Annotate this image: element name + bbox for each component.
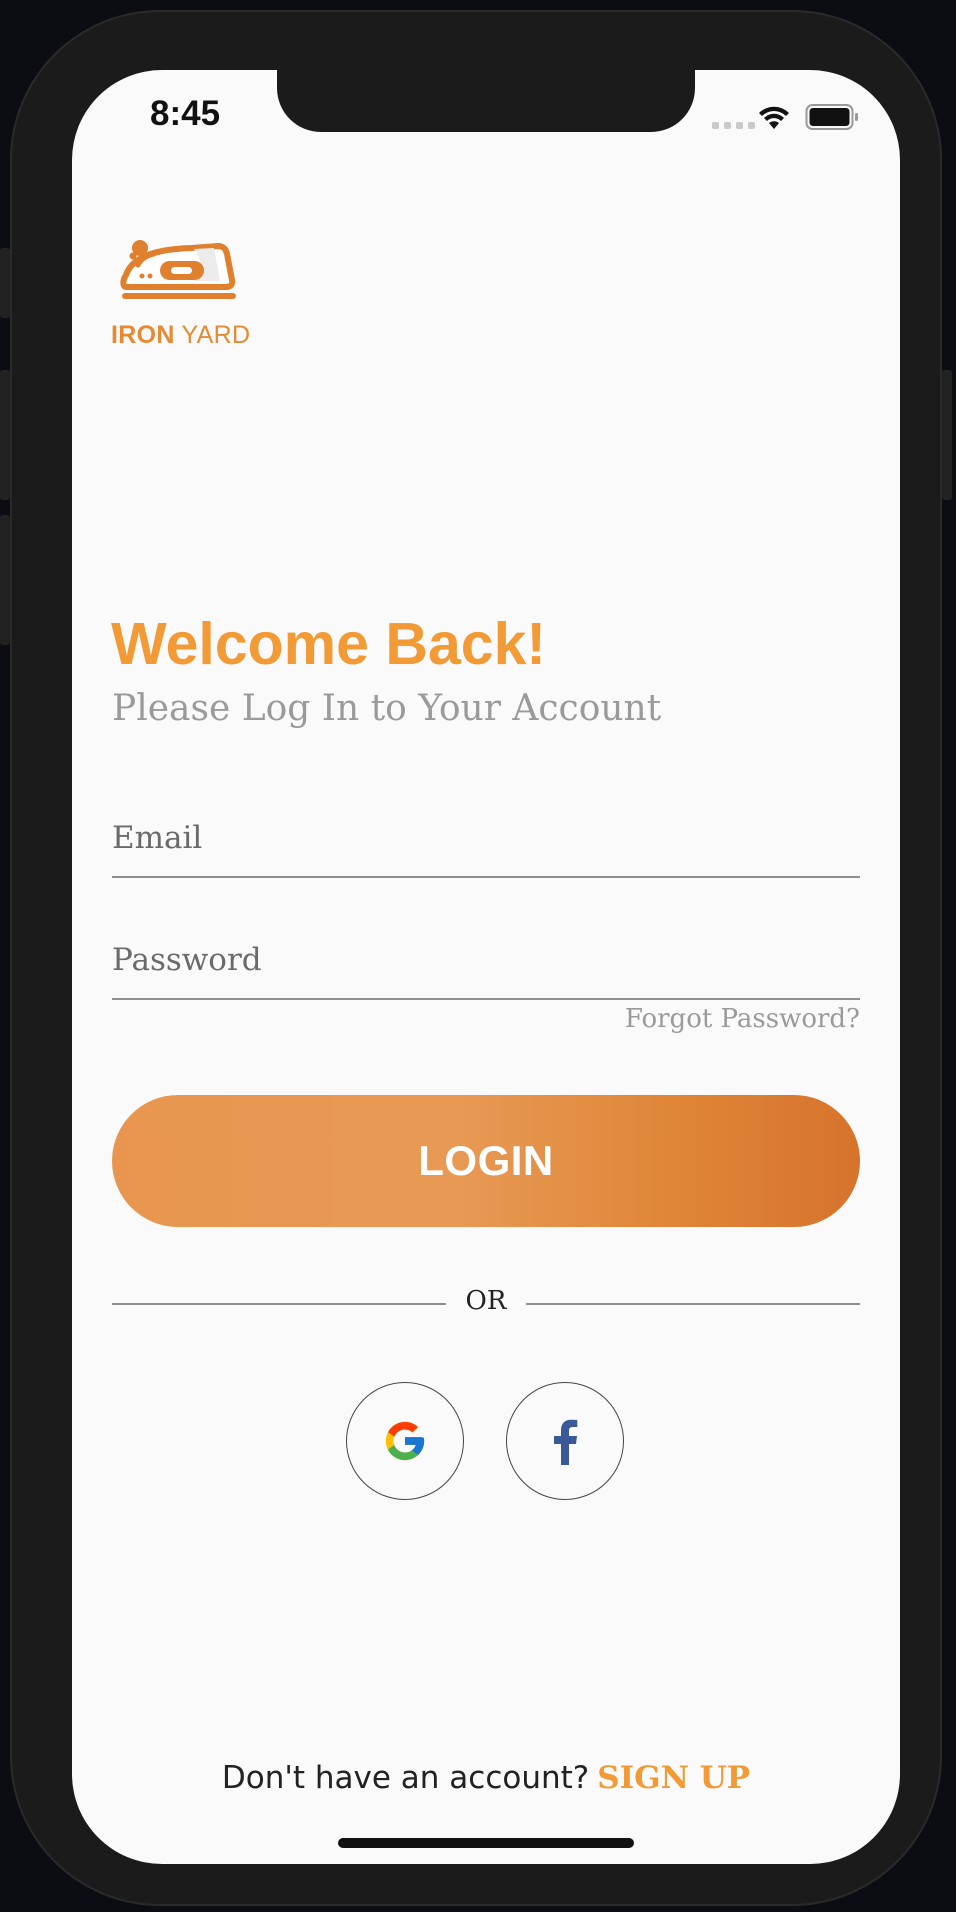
signup-prompt: Don't have an account? SIGN UP xyxy=(72,1760,900,1796)
password-field[interactable] xyxy=(112,922,860,1000)
battery-icon xyxy=(805,104,858,130)
signup-prompt-text: Don't have an account? xyxy=(221,1760,590,1796)
status-time: 8:45 xyxy=(150,94,221,133)
volume-down-button xyxy=(0,515,10,645)
divider-left xyxy=(112,1303,446,1305)
mute-switch xyxy=(0,248,10,318)
volume-up-button xyxy=(0,370,10,500)
iron-icon xyxy=(120,240,236,299)
cellular-signal-icon xyxy=(712,122,755,129)
power-button xyxy=(942,370,952,500)
login-button[interactable]: LOGIN xyxy=(112,1095,860,1227)
google-login-button[interactable] xyxy=(346,1382,464,1500)
email-field[interactable] xyxy=(112,800,860,878)
facebook-login-button[interactable] xyxy=(506,1382,624,1500)
app-screen: 8:45 IRON YARD Welcome Back! Please Log … xyxy=(72,70,900,1864)
brand-logo-text: IRON YARD xyxy=(111,321,250,350)
facebook-icon xyxy=(554,1419,578,1465)
forgot-password-link[interactable]: Forgot Password? xyxy=(625,1004,860,1034)
brand-name-bold: IRON xyxy=(111,321,175,349)
brand-name-light: YARD xyxy=(174,321,251,349)
phone-frame: 8:45 IRON YARD Welcome Back! Please Log … xyxy=(0,10,952,1906)
home-indicator[interactable] xyxy=(338,1838,634,1848)
page-subtitle: Please Log In to Your Account xyxy=(112,688,662,729)
wifi-icon xyxy=(759,106,789,129)
notch xyxy=(277,70,695,132)
page-title: Welcome Back! xyxy=(111,611,547,677)
signup-link[interactable]: SIGN UP xyxy=(597,1760,750,1796)
divider-right xyxy=(526,1303,860,1305)
google-icon xyxy=(385,1421,425,1461)
or-label: OR xyxy=(465,1286,507,1316)
